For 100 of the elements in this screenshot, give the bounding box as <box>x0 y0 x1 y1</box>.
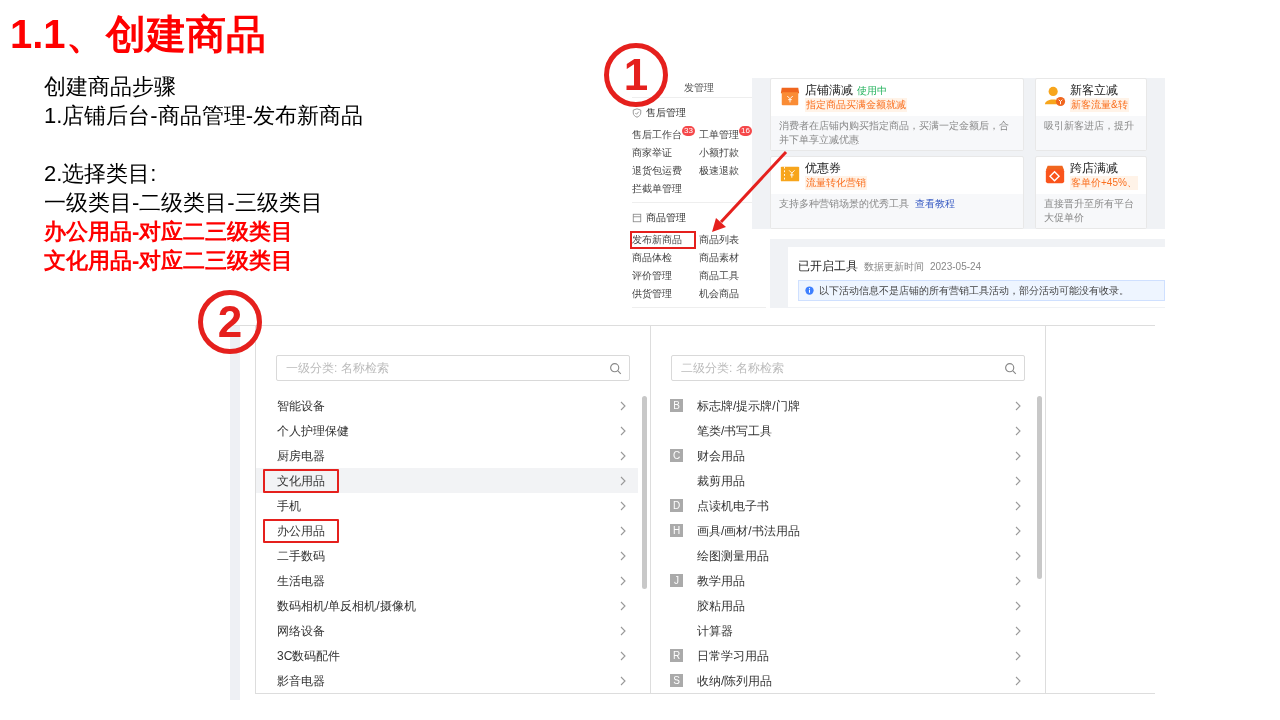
sidebar-link[interactable]: 发布新商品 <box>630 231 696 249</box>
tool-card[interactable]: 跨店满减 客单价+45%、 直接晋升至所有平台大促单价 <box>1035 156 1147 229</box>
index-letter: H <box>670 524 683 537</box>
category-row[interactable]: 个人护理保健 <box>256 418 638 443</box>
sidebar-link[interactable]: 评价管理 <box>632 270 672 282</box>
scrollbar[interactable] <box>642 396 647 589</box>
category-name: 教学用品 <box>697 572 745 590</box>
section-heading: 已开启工具 <box>798 258 858 275</box>
category-row[interactable]: 数码相机/单反相机/摄像机 <box>256 593 638 618</box>
category-row[interactable]: 影音电器 <box>256 668 638 693</box>
chevron-icon <box>1013 575 1023 586</box>
box-icon <box>632 213 642 223</box>
index-letter: C <box>670 449 683 462</box>
category-row[interactable]: H 画具/画材/书法用品 <box>651 518 1033 543</box>
slide-title: 1.1、创建商品 <box>10 11 266 58</box>
category-row[interactable]: 智能设备 <box>256 393 638 418</box>
category-name: 日常学习用品 <box>697 647 769 665</box>
category-row[interactable]: S 收纳/陈列用品 <box>651 668 1033 693</box>
tool-title: 跨店满减 <box>1070 161 1118 176</box>
chevron-icon <box>618 500 628 511</box>
update-label: 数据更新时间 <box>864 260 924 274</box>
person-icon <box>1044 85 1066 107</box>
chevron-icon <box>1013 475 1023 486</box>
category-name: 裁剪用品 <box>697 472 745 490</box>
sidebar-link[interactable]: 工单管理 <box>699 129 739 141</box>
scrollbar[interactable] <box>1037 396 1042 579</box>
chevron-icon <box>1013 400 1023 411</box>
search-icon <box>1004 362 1017 375</box>
chevron-icon <box>618 625 628 636</box>
category-row[interactable]: 手机 <box>256 493 638 518</box>
step-text: 文化用品-对应二三级类目 <box>44 247 295 275</box>
sidebar-item[interactable]: 发管理 <box>684 81 714 94</box>
sidebar-link[interactable]: 极速退款 <box>699 165 739 177</box>
category-name: 笔类/书写工具 <box>697 422 773 440</box>
category-row[interactable]: 3C数码配件 <box>256 643 638 668</box>
category-name: 画具/画材/书法用品 <box>697 522 800 540</box>
chevron-icon <box>618 400 628 411</box>
category-row[interactable]: D 点读机电子书 <box>651 493 1033 518</box>
category-row[interactable]: 绘图测量用品 <box>651 543 1033 568</box>
count-badge: 33 <box>682 126 695 136</box>
sidebar-link[interactable]: 小额打款 <box>699 147 739 159</box>
category-name: 厨房电器 <box>276 447 326 465</box>
category-row[interactable]: J 教学用品 <box>651 568 1033 593</box>
category-row[interactable]: B 标志牌/提示牌/门牌 <box>651 393 1033 418</box>
category-name: 财会用品 <box>697 447 745 465</box>
category-name: 个人护理保健 <box>276 422 350 440</box>
tool-title: 店铺满减 <box>805 83 853 98</box>
tool-subtitle: 客单价+45%、 <box>1070 176 1138 190</box>
sidebar-link[interactable]: 商品素材 <box>699 252 739 264</box>
sidebar-link[interactable]: 商品列表 <box>699 234 739 246</box>
tool-card[interactable]: 新客立减 新客流量&转 吸引新客进店，提升 <box>1035 78 1147 151</box>
info-icon <box>805 286 814 295</box>
chevron-icon <box>618 450 628 461</box>
category-row[interactable]: 厨房电器 <box>256 443 638 468</box>
category-row[interactable]: R 日常学习用品 <box>651 643 1033 668</box>
category-row[interactable]: 计算器 <box>651 618 1033 643</box>
chevron-icon <box>1013 450 1023 461</box>
tutorial-link[interactable]: 查看教程 <box>915 198 955 209</box>
status-tag: 使用中 <box>857 84 887 97</box>
tool-card[interactable]: 店铺满减 使用中 指定商品买满金额就减 消费者在店铺内购买指定商品，买满一定金额后，合并下单享立减优惠 <box>770 78 1024 151</box>
tool-subtitle: 新客流量&转 <box>1070 98 1129 112</box>
category-row[interactable]: 文化用品 <box>256 468 638 493</box>
tool-title: 优惠券 <box>805 161 841 176</box>
step-marker: 1 <box>604 43 668 107</box>
step-text: 1.店铺后台-商品管理-发布新商品 <box>44 102 363 130</box>
step-marker: 2 <box>198 290 262 354</box>
sidebar-link[interactable]: 售后工作台 <box>632 129 682 141</box>
category-name: 文化用品 <box>263 468 339 493</box>
category-row[interactable]: 胶粘用品 <box>651 593 1033 618</box>
category-name: 绘图测量用品 <box>697 547 769 565</box>
chevron-icon <box>618 650 628 661</box>
chevron-icon <box>1013 425 1023 436</box>
tool-description: 消费者在店铺内购买指定商品，买满一定金额后，合并下单享立减优惠 <box>779 120 1009 145</box>
category-row[interactable]: 二手数码 <box>256 543 638 568</box>
category-row[interactable]: 办公用品 <box>256 518 638 543</box>
sidebar-link[interactable]: 商品工具 <box>699 270 739 282</box>
tool-subtitle: 流量转化营销 <box>805 176 867 190</box>
shield-icon <box>632 108 642 118</box>
sidebar-link[interactable]: 退货包运费 <box>632 165 682 177</box>
category-row[interactable]: 生活电器 <box>256 568 638 593</box>
section-title[interactable]: 商品管理 <box>646 212 686 224</box>
chevron-icon <box>1013 525 1023 536</box>
chevron-icon <box>618 525 628 536</box>
category-row[interactable]: 裁剪用品 <box>651 468 1033 493</box>
tool-card[interactable]: 优惠券 流量转化营销 支持多种营销场景的优秀工具 查看教程 <box>770 156 1024 229</box>
category-name: 生活电器 <box>276 572 326 590</box>
tool-description: 吸引新客进店，提升 <box>1044 120 1134 131</box>
section-title[interactable]: 售后管理 <box>646 107 686 119</box>
sidebar-link[interactable]: 商家举证 <box>632 147 672 159</box>
sidebar-link[interactable]: 供货管理 <box>632 288 672 300</box>
step-text: 一级类目-二级类目-三级类目 <box>44 189 324 217</box>
category-row[interactable]: 网络设备 <box>256 618 638 643</box>
sidebar-link[interactable]: 机会商品 <box>699 288 739 300</box>
sidebar-link[interactable]: 拦截单管理 <box>632 183 682 195</box>
category-row[interactable]: C 财会用品 <box>651 443 1033 468</box>
chevron-icon <box>1013 550 1023 561</box>
sidebar-link[interactable]: 商品体检 <box>632 252 672 264</box>
chevron-icon <box>1013 675 1023 686</box>
category-row[interactable]: 笔类/书写工具 <box>651 418 1033 443</box>
store-icon <box>1044 163 1066 185</box>
